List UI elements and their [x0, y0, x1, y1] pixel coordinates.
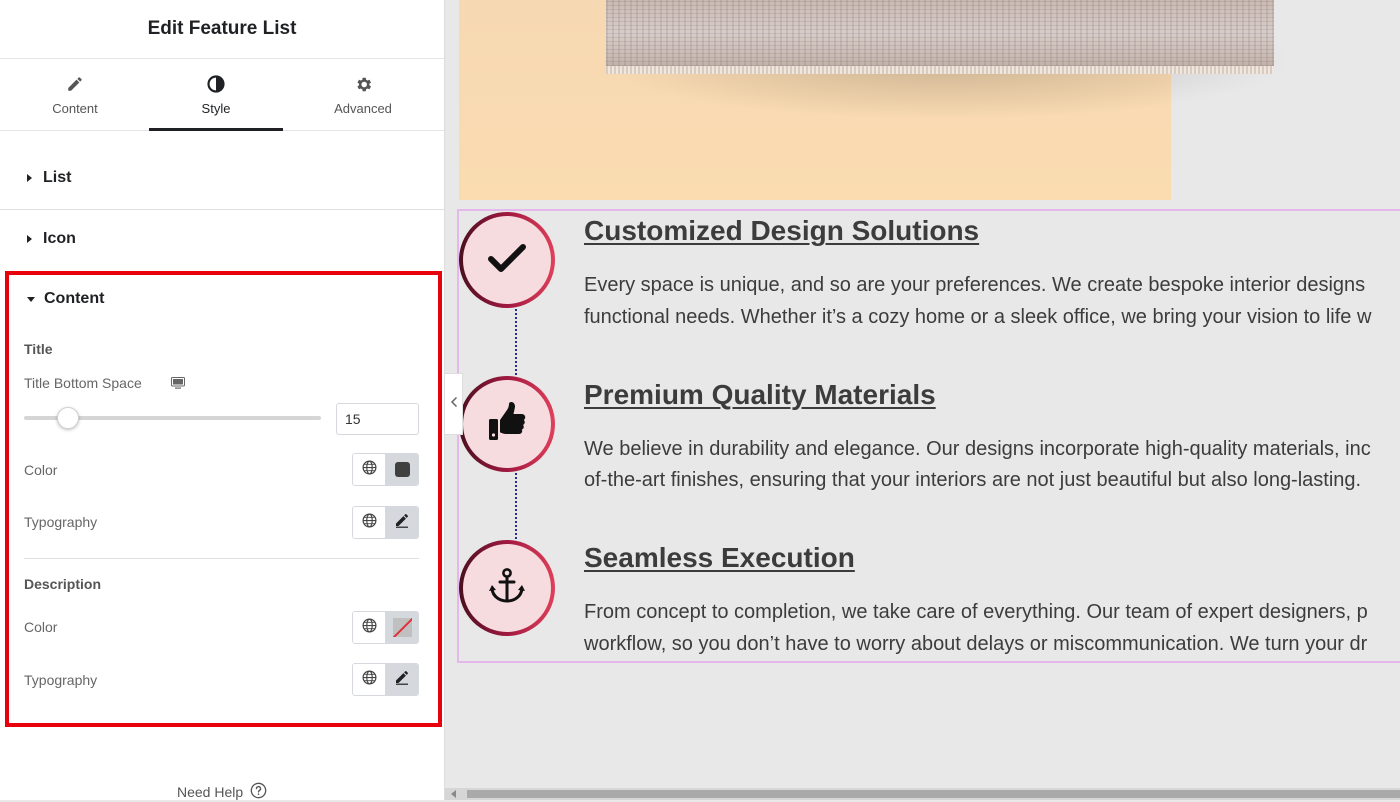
feature-icon-circle: [459, 212, 555, 308]
caret-down-icon: [27, 296, 35, 302]
section-content-toggle[interactable]: Content: [0, 269, 444, 329]
feature-description-line: of-the-art finishes, ensuring that your …: [584, 469, 1362, 491]
description-color-picker-button[interactable]: [386, 612, 418, 643]
title-color-global-button[interactable]: [353, 454, 386, 485]
gear-icon: [354, 73, 373, 95]
description-typography-label: Typography: [24, 672, 98, 688]
section-list-label: List: [43, 169, 72, 186]
feature-description-line: We believe in durability and elegance. O…: [584, 438, 1371, 460]
globe-icon: [362, 618, 377, 638]
tab-content-label: Content: [52, 101, 98, 116]
desktop-icon[interactable]: [171, 376, 185, 394]
preview-canvas: Customized Design Solutions Every space …: [445, 0, 1400, 800]
title-color-picker-button[interactable]: [386, 454, 418, 485]
title-color-label: Color: [24, 462, 58, 478]
title-typography-global-button[interactable]: [353, 507, 386, 538]
rug-image: [606, 0, 1274, 74]
globe-icon: [362, 460, 377, 480]
rug-fringe: [606, 66, 1274, 74]
connector-line: [515, 309, 517, 375]
description-color-control: [352, 611, 419, 644]
globe-icon: [362, 513, 377, 533]
panel-header: Edit Feature List: [0, 0, 444, 59]
feature-icon-circle: [459, 540, 555, 636]
tab-style-label: Style: [201, 101, 231, 116]
section-icon-label: Icon: [43, 230, 76, 247]
need-help-link[interactable]: Need Help: [177, 782, 267, 802]
caret-right-icon: [27, 235, 32, 243]
description-typography-edit-button[interactable]: [386, 664, 418, 695]
title-typography-label: Typography: [24, 514, 98, 530]
horizontal-scrollbar[interactable]: [445, 788, 1400, 800]
tab-advanced[interactable]: Advanced: [296, 59, 430, 130]
description-typography-control: [352, 663, 419, 696]
pencil-icon: [394, 669, 410, 690]
feature-title[interactable]: Premium Quality Materials: [584, 379, 936, 411]
feature-description-line: workflow, so you don’t have to worry abo…: [584, 633, 1368, 655]
title-typography-control: [352, 506, 419, 539]
collapse-panel-button[interactable]: [445, 373, 463, 435]
globe-icon: [362, 670, 377, 690]
editor-panel: Edit Feature List Content Style Advanced…: [0, 0, 445, 800]
tab-advanced-label: Advanced: [334, 101, 392, 116]
tab-style[interactable]: Style: [149, 59, 283, 131]
title-bottom-space-input[interactable]: [336, 403, 419, 435]
content-section-highlight: [5, 271, 442, 727]
feature-list-widget[interactable]: Customized Design Solutions Every space …: [457, 209, 1400, 663]
caret-right-icon: [27, 174, 32, 182]
scrollbar-thumb[interactable]: [467, 790, 1400, 798]
pencil-icon: [66, 73, 84, 95]
description-color-global-button[interactable]: [353, 612, 386, 643]
section-content-label: Content: [44, 290, 105, 307]
no-color-swatch: [392, 618, 412, 637]
description-color-label: Color: [24, 619, 58, 635]
title-bottom-space-slider-handle[interactable]: [57, 407, 79, 429]
section-list-toggle[interactable]: List: [0, 148, 444, 208]
color-swatch: [394, 462, 410, 477]
scroll-left-arrow-icon[interactable]: [451, 790, 456, 798]
tab-content[interactable]: Content: [8, 59, 142, 130]
description-group-heading: Description: [24, 576, 102, 592]
feature-title[interactable]: Customized Design Solutions: [584, 215, 979, 247]
anchor-icon: [488, 567, 526, 610]
pencil-icon: [394, 512, 410, 533]
title-group-heading: Title: [24, 341, 53, 357]
feature-title[interactable]: Seamless Execution: [584, 542, 855, 574]
panel-title: Edit Feature List: [147, 18, 297, 39]
need-help-label: Need Help: [177, 784, 244, 800]
description-typography-global-button[interactable]: [353, 664, 386, 695]
check-icon: [488, 243, 526, 278]
title-color-control: [352, 453, 419, 486]
title-bottom-space-label: Title Bottom Space: [24, 375, 142, 391]
panel-tabs: Content Style Advanced: [0, 59, 444, 131]
section-icon-toggle[interactable]: Icon: [0, 209, 444, 269]
contrast-icon: [206, 73, 226, 95]
connector-line: [515, 473, 517, 539]
title-typography-edit-button[interactable]: [386, 507, 418, 538]
feature-description-line: From concept to completion, we take care…: [584, 601, 1368, 623]
divider: [24, 558, 419, 559]
feature-icon-circle: [459, 376, 555, 472]
feature-description-line: Every space is unique, and so are your p…: [584, 274, 1366, 296]
help-icon: [250, 782, 267, 802]
feature-description-line: functional needs. Whether it’s a cozy ho…: [584, 306, 1372, 328]
thumbs-up-icon: [487, 401, 527, 447]
chevron-left-icon: [450, 395, 458, 413]
